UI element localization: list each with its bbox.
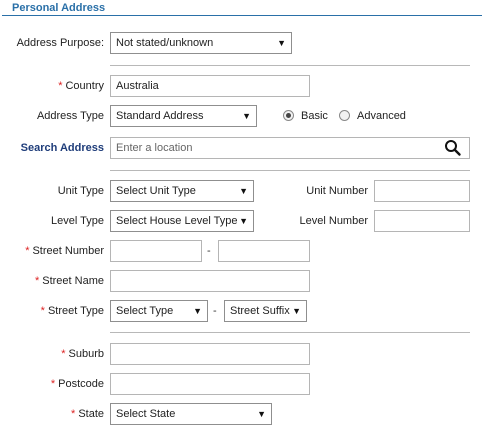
chevron-down-icon: ▼ [292,306,301,316]
street-type-separator: - [213,305,217,317]
level-type-select[interactable]: Select House Level Type ▼ [110,210,254,232]
radio-basic-label: Basic [301,110,328,122]
unit-number-label: Unit Number [306,185,368,197]
street-type-value: Select Type [116,305,174,317]
state-select[interactable]: Select State ▼ [110,403,272,425]
unit-type-label: Unit Type [57,185,104,197]
unit-number-input[interactable] [374,180,470,202]
state-label: * State [71,408,104,420]
level-number-label: Level Number [299,215,368,227]
street-number-label: * Street Number [25,245,104,257]
unit-type-select[interactable]: Select Unit Type ▼ [110,180,254,202]
unit-type-value: Select Unit Type [116,185,196,197]
country-label: * Country [58,80,104,92]
street-type-label: * Street Type [40,305,104,317]
street-type-select[interactable]: Select Type ▼ [110,300,208,322]
chevron-down-icon: ▼ [242,111,251,121]
address-purpose-value: Not stated/unknown [116,37,214,49]
level-number-input[interactable] [374,210,470,232]
postcode-input[interactable] [110,373,310,395]
state-value: Select State [116,408,176,420]
chevron-down-icon: ▼ [277,38,286,48]
address-type-label: Address Type [36,110,104,122]
chevron-down-icon: ▼ [193,306,202,316]
suburb-label: * Suburb [61,348,104,360]
postcode-label: * Postcode [50,378,104,390]
search-input[interactable]: Enter a location [110,137,470,159]
address-type-value: Standard Address [116,110,204,122]
divider [110,332,470,333]
street-suffix-select[interactable]: Street Suffix ▼ [224,300,307,322]
country-input[interactable]: Australia [110,75,310,97]
street-number-from-input[interactable] [110,240,202,262]
section-title: Personal Address [12,2,106,14]
divider [110,65,470,66]
street-name-input[interactable] [110,270,310,292]
suburb-input[interactable] [110,343,310,365]
street-number-to-input[interactable] [218,240,310,262]
section-divider [2,15,482,16]
radio-advanced[interactable] [339,110,350,121]
chevron-down-icon: ▼ [237,211,248,231]
search-placeholder: Enter a location [116,142,193,154]
level-type-label: Level Type [50,215,104,227]
level-type-value: Select House Level Type [116,215,238,227]
street-name-label: * Street Name [34,275,104,287]
chevron-down-icon: ▼ [239,186,248,196]
address-type-select[interactable]: Standard Address ▼ [110,105,257,127]
range-separator: - [207,245,211,257]
chevron-down-icon: ▼ [257,409,266,419]
radio-advanced-label: Advanced [357,110,406,122]
street-suffix-value: Street Suffix [230,305,290,317]
search-icon[interactable] [444,139,462,157]
search-address-label: Search Address [20,142,104,154]
radio-basic[interactable] [283,110,294,121]
divider [110,170,470,171]
address-purpose-select[interactable]: Not stated/unknown ▼ [110,32,292,54]
address-purpose-label: Address Purpose: [16,37,104,49]
